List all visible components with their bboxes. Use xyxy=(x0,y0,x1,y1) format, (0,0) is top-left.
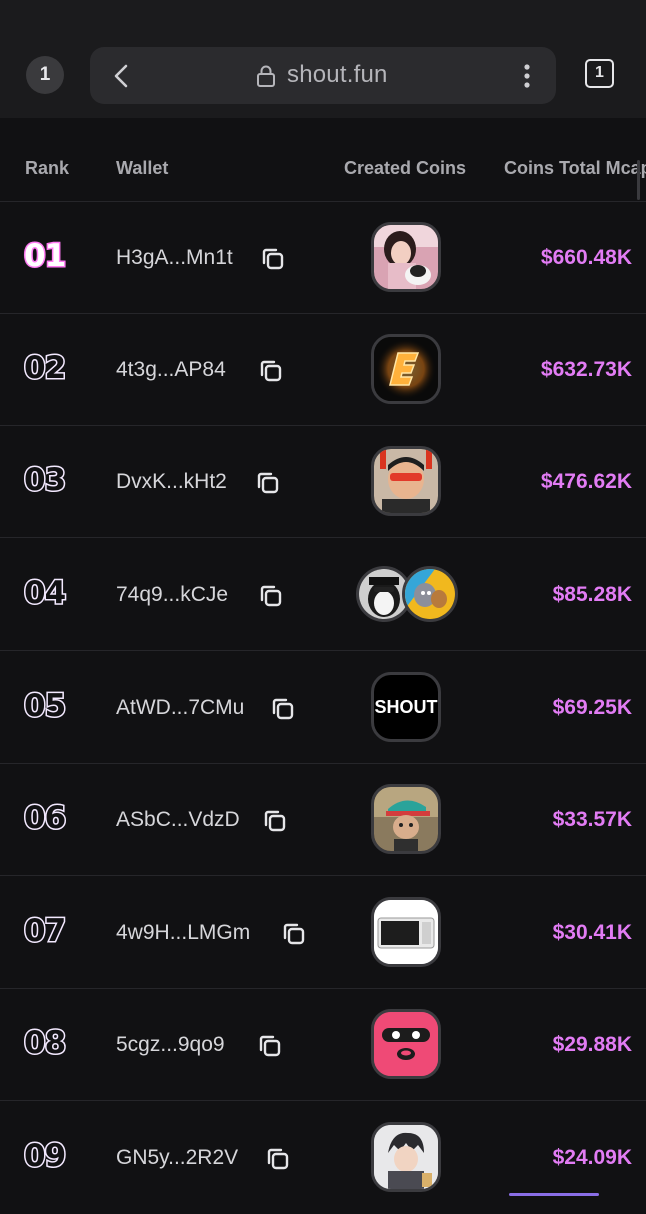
tab-counter-badge[interactable]: 1 xyxy=(26,56,64,94)
address-bar[interactable]: shout.fun xyxy=(90,47,556,104)
rank-number: 02 xyxy=(22,349,67,388)
copy-icon[interactable] xyxy=(265,1146,291,1172)
rank-number: 06 xyxy=(22,799,67,838)
wallet-address: 4t3g...AP84 xyxy=(116,358,226,381)
table-row[interactable]: 08 5cgz...9qo9 $29.88K xyxy=(0,989,646,1101)
glowing-e-logo[interactable] xyxy=(371,334,441,404)
wallet-address: ASbC...VdzD xyxy=(116,808,240,831)
total-mcap: $30.41K xyxy=(552,921,632,944)
wallet-address: 5cgz...9qo9 xyxy=(116,1033,225,1056)
man-with-sunglasses-avatar[interactable] xyxy=(371,446,441,516)
table-row[interactable]: 01 H3gA...Mn1t $660.48K xyxy=(0,202,646,314)
wallet-address: AtWD...7CMu xyxy=(116,696,245,719)
wallet-address: 74q9...kCJe xyxy=(116,583,229,606)
shout-logo[interactable]: SHOUT xyxy=(371,672,441,742)
wallet-address: DvxK...kHt2 xyxy=(116,470,227,493)
rank-number: 01 xyxy=(22,237,67,276)
copy-icon[interactable] xyxy=(262,808,288,834)
browser-toolbar: 1 shout.fun 1 xyxy=(0,0,646,118)
table-header: Rank Wallet Created Coins Coins Total Mc… xyxy=(0,118,646,202)
rank-number: 07 xyxy=(22,912,67,951)
header-total-mcap[interactable]: Coins Total Mcap xyxy=(504,158,646,179)
rank-number: 03 xyxy=(22,461,67,500)
anime-boy-avatar[interactable] xyxy=(371,1122,441,1192)
copy-icon[interactable] xyxy=(257,1033,283,1059)
rank-number: 04 xyxy=(22,574,67,613)
wallet-address: 4w9H...LMGm xyxy=(116,921,251,944)
total-mcap: $69.25K xyxy=(552,696,632,719)
microwave-avatar[interactable] xyxy=(371,897,441,967)
girl-with-cat-avatar[interactable] xyxy=(371,222,441,292)
header-rank[interactable]: Rank xyxy=(25,158,69,179)
shout-logo-text: SHOUT xyxy=(374,697,438,717)
copy-icon[interactable] xyxy=(258,358,284,384)
table-row[interactable]: 04 74q9...kCJe $85.28K xyxy=(0,539,646,651)
header-wallet[interactable]: Wallet xyxy=(116,158,168,179)
table-row[interactable]: 03 DvxK...kHt2 $476.62K xyxy=(0,426,646,538)
total-mcap: $29.88K xyxy=(552,1033,632,1056)
more-options-icon[interactable] xyxy=(518,63,536,89)
copy-icon[interactable] xyxy=(270,696,296,722)
total-mcap: $24.09K xyxy=(552,1146,632,1169)
table-row[interactable]: 07 4w9H...LMGm $30.41K xyxy=(0,877,646,989)
table-row[interactable]: 06 ASbC...VdzD $33.57K xyxy=(0,764,646,876)
wallet-address: H3gA...Mn1t xyxy=(116,246,233,269)
lock-icon xyxy=(257,65,275,87)
copy-icon[interactable] xyxy=(281,921,307,947)
wallet-address: GN5y...2R2V xyxy=(116,1146,239,1169)
total-mcap: $476.62K xyxy=(540,470,632,493)
table-row[interactable]: 09 GN5y...2R2V $24.09K xyxy=(0,1102,646,1214)
back-arrow-icon[interactable] xyxy=(110,63,132,89)
copy-icon[interactable] xyxy=(258,583,284,609)
rank-number: 09 xyxy=(22,1137,67,1176)
total-mcap: $660.48K xyxy=(540,246,632,269)
table-row[interactable]: 05 AtWD...7CMu SHOUT $69.25K xyxy=(0,652,646,764)
total-mcap: $33.57K xyxy=(552,808,632,831)
scroll-indicator xyxy=(509,1193,599,1196)
horizontal-scroll-indicator xyxy=(637,160,640,200)
table-row[interactable]: 02 4t3g...AP84 $632.73K xyxy=(0,314,646,426)
copy-icon[interactable] xyxy=(255,470,281,496)
character-with-cap-avatar[interactable] xyxy=(371,784,441,854)
copy-icon[interactable] xyxy=(260,246,286,272)
total-mcap: $632.73K xyxy=(540,358,632,381)
cartoon-cat-mouse-avatar[interactable] xyxy=(402,566,458,622)
pink-mask-face-avatar[interactable] xyxy=(371,1009,441,1079)
rank-number: 05 xyxy=(22,687,67,726)
total-mcap: $85.28K xyxy=(552,583,632,606)
tabs-switcher-button[interactable]: 1 xyxy=(585,59,614,88)
rank-number: 08 xyxy=(22,1024,67,1063)
url-text: shout.fun xyxy=(287,61,388,88)
header-created-coins[interactable]: Created Coins xyxy=(344,158,466,179)
